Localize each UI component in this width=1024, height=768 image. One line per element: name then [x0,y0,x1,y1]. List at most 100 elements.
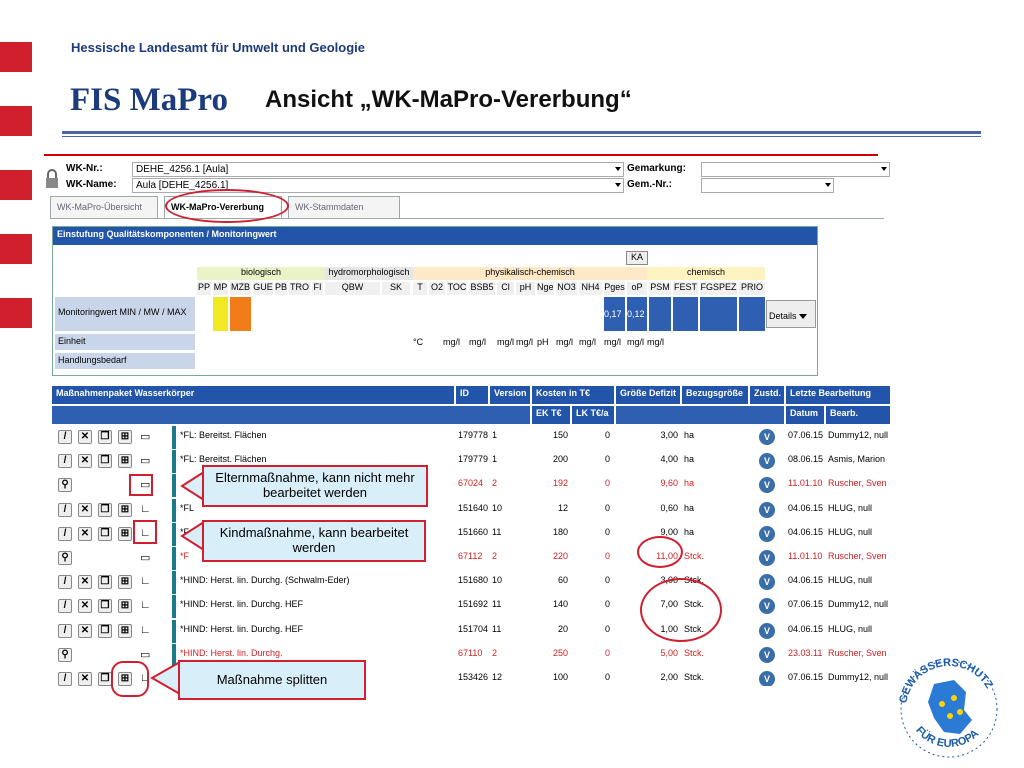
measure-version: 11 [492,599,502,610]
status-icon[interactable]: V [759,453,775,470]
measure-date: 07.06.15 [788,672,824,682]
copy-icon[interactable]: ❐ [98,526,112,541]
measure-lk: 0 [604,575,610,586]
measure-ek: 20 [557,623,568,634]
row-einheit-label: Einheit [55,334,195,350]
measure-bezug: ha [684,526,695,537]
wk-nr-select[interactable]: DEHE_4256.1 [Aula] [132,162,624,177]
measure-version: 1 [492,454,498,465]
quality-col-t: T [413,282,427,295]
fest-status [673,297,698,331]
status-icon[interactable]: V [759,574,775,591]
split-icon[interactable]: ⊞ [118,454,132,469]
edit-icon[interactable]: / [58,526,72,541]
view-icon[interactable]: ⚲ [58,478,72,493]
split-icon[interactable]: ⊞ [118,526,132,541]
measure-lk: 0 [604,526,610,537]
edit-icon[interactable]: / [58,575,72,590]
quality-col-qbw: QBW [325,282,380,295]
status-icon[interactable]: V [759,525,775,542]
copy-icon[interactable]: ❐ [98,599,112,614]
copy-icon[interactable]: ❐ [98,575,112,590]
measure-bezug: Stck. [684,672,705,682]
delete-icon[interactable]: ✕ [78,599,92,614]
copy-icon[interactable]: ❐ [98,623,112,638]
view-icon[interactable]: ⚲ [58,551,72,565]
measure-bezug: ha [684,454,695,465]
highlight-defizit [637,536,683,568]
edit-icon[interactable]: / [58,599,72,614]
measure-ek: 180 [552,526,568,537]
copy-icon[interactable]: ❐ [98,430,112,444]
edit-icon[interactable]: / [58,623,72,638]
delete-icon[interactable]: ✕ [78,672,92,686]
delete-icon[interactable]: ✕ [78,623,92,638]
delete-icon[interactable]: ✕ [78,430,92,444]
gemarkung-label: Gemarkung: [627,163,686,174]
status-icon[interactable]: V [759,622,775,639]
status-icon[interactable]: V [759,550,775,566]
delete-icon[interactable]: ✕ [78,575,92,590]
delete-icon[interactable]: ✕ [78,526,92,541]
details-button[interactable]: Details [766,300,816,328]
group-hydro: hydromorphologisch [325,267,413,280]
status-icon[interactable]: V [759,598,775,615]
edit-icon[interactable]: / [58,672,72,686]
measure-version: 10 [492,502,503,513]
gem-nr-select[interactable] [701,178,834,193]
measure-lk: 0 [604,599,610,610]
inheritance-icon: ▭ [140,455,151,468]
status-icon[interactable]: V [759,646,775,663]
quality-col-mzb: MZB [230,282,251,295]
view-icon[interactable]: ⚲ [58,647,72,662]
group-biologisch: biologisch [197,267,325,280]
measure-name: *HIND: Herst. lin. Durchg. [180,647,283,658]
copy-icon[interactable]: ❐ [98,672,112,686]
measure-user: Dummy12, null [828,430,889,440]
decor-bar [0,42,32,72]
split-icon[interactable]: ⊞ [118,430,132,444]
edit-icon[interactable]: / [58,454,72,469]
edit-icon[interactable]: / [58,502,72,517]
decor-bar [0,170,32,200]
measure-name: *FL: Bereitst. Flächen [180,430,267,440]
copy-icon[interactable]: ❐ [98,454,112,469]
tab-uebersicht[interactable]: WK-MaPro-Übersicht [50,196,158,218]
status-icon[interactable]: V [759,501,775,518]
quality-col-toc: TOC [447,282,467,295]
wk-name-label: WK-Name: [66,179,117,190]
status-icon[interactable]: V [759,429,775,445]
quality-col-bsb5: BSB5 [469,282,495,295]
split-icon[interactable]: ⊞ [118,502,132,517]
measure-date: 07.06.15 [788,430,824,440]
split-icon[interactable]: ⊞ [118,623,132,638]
gemarkung-select[interactable] [701,162,890,177]
edit-icon[interactable]: / [58,430,72,444]
measure-id: 151704 [458,623,489,634]
measure-date: 08.06.15 [788,454,824,465]
org-name: Hessische Landesamt für Umwelt und Geolo… [71,40,366,55]
copy-icon[interactable]: ❐ [98,502,112,517]
tab-stammdaten[interactable]: WK-Stammdaten [288,196,400,218]
measure-defizit: 0,60 [660,502,678,513]
status-icon[interactable]: V [759,477,775,494]
quality-col-pp: PP [197,282,211,295]
delete-icon[interactable]: ✕ [78,502,92,517]
measure-defizit: 5,00 [660,647,678,658]
unit-cell: °C [413,337,424,347]
quality-col-pb: PB [275,282,287,295]
split-icon[interactable]: ⊞ [118,599,132,614]
col-version: Version [490,386,530,404]
measure-id: 151640 [458,502,489,513]
measure-defizit: 2,00 [660,672,678,682]
ka-button[interactable]: KA [626,251,648,265]
measure-lk: 0 [604,551,610,561]
quality-col-gue: GUE [253,282,273,295]
split-icon[interactable]: ⊞ [118,575,132,590]
header-rule [62,131,981,134]
col-id: ID [456,386,488,404]
status-icon[interactable]: V [759,671,775,686]
quality-col-sk: SK [382,282,410,295]
measure-bezug: ha [684,478,695,489]
delete-icon[interactable]: ✕ [78,454,92,469]
